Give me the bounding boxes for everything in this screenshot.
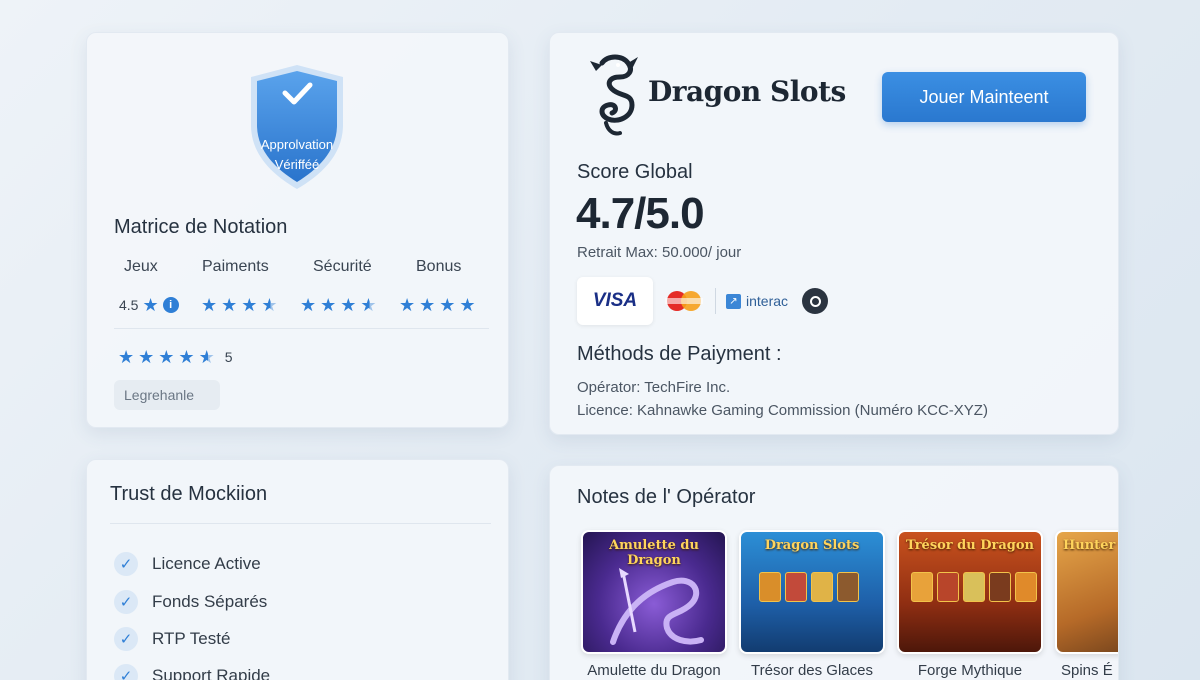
game-caption: Trésor des Glaces — [751, 662, 873, 679]
matrix-title: Matrice de Notation — [114, 216, 288, 238]
play-now-button[interactable]: Jouer Mainteent — [882, 72, 1086, 122]
bonus-rating: ★ ★ ★ ★ — [399, 291, 476, 319]
check-icon: ✓ — [114, 627, 138, 651]
star-icon: ★ — [178, 347, 195, 367]
check-icon: ✓ — [114, 590, 138, 614]
rating-matrix-card: Approlvation Vérifféé Matrice de Notatio… — [86, 32, 509, 428]
interac-icon: ↗ interac — [726, 293, 788, 309]
score-value: 4.7/5.0 — [576, 189, 705, 238]
column-jeux: Jeux — [124, 258, 158, 275]
withdraw-limit: Retrait Max: 50.000/ jour — [577, 244, 742, 261]
trust-divider — [110, 523, 491, 524]
trust-item-rtp: ✓ RTP Testé — [114, 627, 230, 651]
trust-title: Trust de Mockiion — [110, 483, 268, 505]
check-icon: ✓ — [114, 552, 138, 576]
game-caption: Spins É — [1061, 662, 1113, 679]
shield-label-line2: Vérifféé — [274, 157, 320, 172]
game-card[interactable]: Hunter Spins É — [1055, 530, 1118, 679]
star-icon: ★ — [399, 295, 416, 315]
game-thumbnail[interactable]: Hunter — [1055, 530, 1118, 654]
star-icon: ★ — [241, 295, 258, 315]
trust-item-label: RTP Testé — [152, 629, 231, 648]
game-card[interactable]: Trésor du Dragon Forge Mythique — [897, 530, 1043, 679]
trust-card: Trust de Mockiion ✓ Licence Active ✓ Fon… — [86, 459, 509, 680]
star-icon: ★ — [439, 295, 456, 315]
jeux-score: 4.5 — [119, 297, 139, 313]
score-label: Score Global — [577, 161, 693, 183]
column-bonus: Bonus — [416, 258, 462, 275]
star-icon: ★ — [201, 295, 218, 315]
star-icon: ★ — [118, 347, 135, 367]
star-icon: ★ — [459, 295, 476, 315]
game-caption: Forge Mythique — [917, 662, 1023, 679]
info-icon[interactable]: i — [162, 297, 179, 313]
star-icon: ★ — [158, 347, 175, 367]
star-icon: ★ — [221, 295, 238, 315]
interac-label: interac — [746, 293, 789, 309]
game-thumbnail[interactable]: Trésor du Dragon — [897, 530, 1043, 654]
column-paiements: Paiments — [202, 258, 269, 275]
games-title: Notes de l' Opérator — [577, 486, 756, 508]
reels-icon — [911, 572, 1037, 602]
paiements-rating: ★ ★ ★ ★ — [201, 291, 278, 319]
game-thumbnail[interactable]: Dragon Slots — [739, 530, 885, 654]
half-star-icon: ★ — [261, 295, 278, 315]
game-thumb-title: Hunter — [1063, 538, 1116, 553]
star-icon: ★ — [340, 295, 357, 315]
dragon-art-icon — [610, 568, 704, 645]
visa-icon: VISA — [577, 277, 653, 325]
securite-rating: ★ ★ ★ ★ — [300, 291, 377, 319]
trust-item-label: Licence Active — [152, 554, 261, 573]
mastercard-icon — [665, 289, 703, 313]
game-card[interactable]: Dragon Slots Trésor des Glaces — [739, 530, 885, 679]
trust-item-support: ✓ Support Rapide — [114, 664, 270, 680]
game-thumb-title: Trésor du Dragon — [905, 538, 1035, 553]
legend-button[interactable]: Legrehanle — [114, 380, 220, 410]
overall-score: 5 — [224, 349, 233, 365]
trust-item-label: Support Rapide — [152, 666, 271, 680]
brand-name: Dragon Slots — [648, 75, 846, 108]
reels-icon — [759, 572, 859, 602]
dragon-logo-icon — [588, 53, 640, 137]
brand-card: Dragon Slots Jouer Mainteent Score Globa… — [549, 32, 1119, 435]
game-card[interactable]: Amulette du Dragon Amulette du Dragon — [581, 530, 727, 679]
trust-item-label: Fonds Séparés — [152, 592, 268, 611]
jeux-rating: 4.5 ★ i — [119, 291, 179, 319]
check-icon: ✓ — [114, 664, 138, 680]
payment-methods-row: VISA ↗ interac — [577, 277, 829, 325]
verified-shield-icon: Approlvation Vérifféé — [247, 63, 347, 191]
payment-methods-title: Méthods de Paiyment : — [577, 343, 782, 365]
star-icon: ★ — [419, 295, 436, 315]
half-star-icon: ★ — [198, 347, 215, 367]
operator-info: Opérator: TechFire Inc. — [577, 379, 731, 396]
shield-label-line1: Approlvation — [260, 137, 334, 152]
star-icon: ★ — [300, 295, 317, 315]
matrix-divider — [114, 328, 489, 329]
payment-icon — [802, 288, 829, 314]
column-securite: Sécurité — [313, 258, 372, 275]
operator-games-card: Notes de l' Opérator Amulette du Dragon … — [549, 465, 1119, 680]
game-thumb-title: Dragon Slots — [764, 538, 860, 553]
star-icon: ★ — [138, 347, 155, 367]
game-thumbnail[interactable]: Amulette du Dragon — [581, 530, 727, 654]
star-icon: ★ — [320, 295, 337, 315]
payment-divider — [715, 288, 716, 314]
trust-item-funds: ✓ Fonds Séparés — [114, 590, 267, 614]
half-star-icon: ★ — [360, 295, 377, 315]
overall-rating: ★ ★ ★ ★ ★ 5 — [118, 343, 233, 371]
game-caption: Amulette du Dragon — [587, 662, 721, 679]
license-info: Licence: Kahnawke Gaming Commission (Num… — [577, 402, 988, 419]
trust-item-licence: ✓ Licence Active — [114, 552, 261, 576]
star-icon: ★ — [142, 295, 159, 315]
